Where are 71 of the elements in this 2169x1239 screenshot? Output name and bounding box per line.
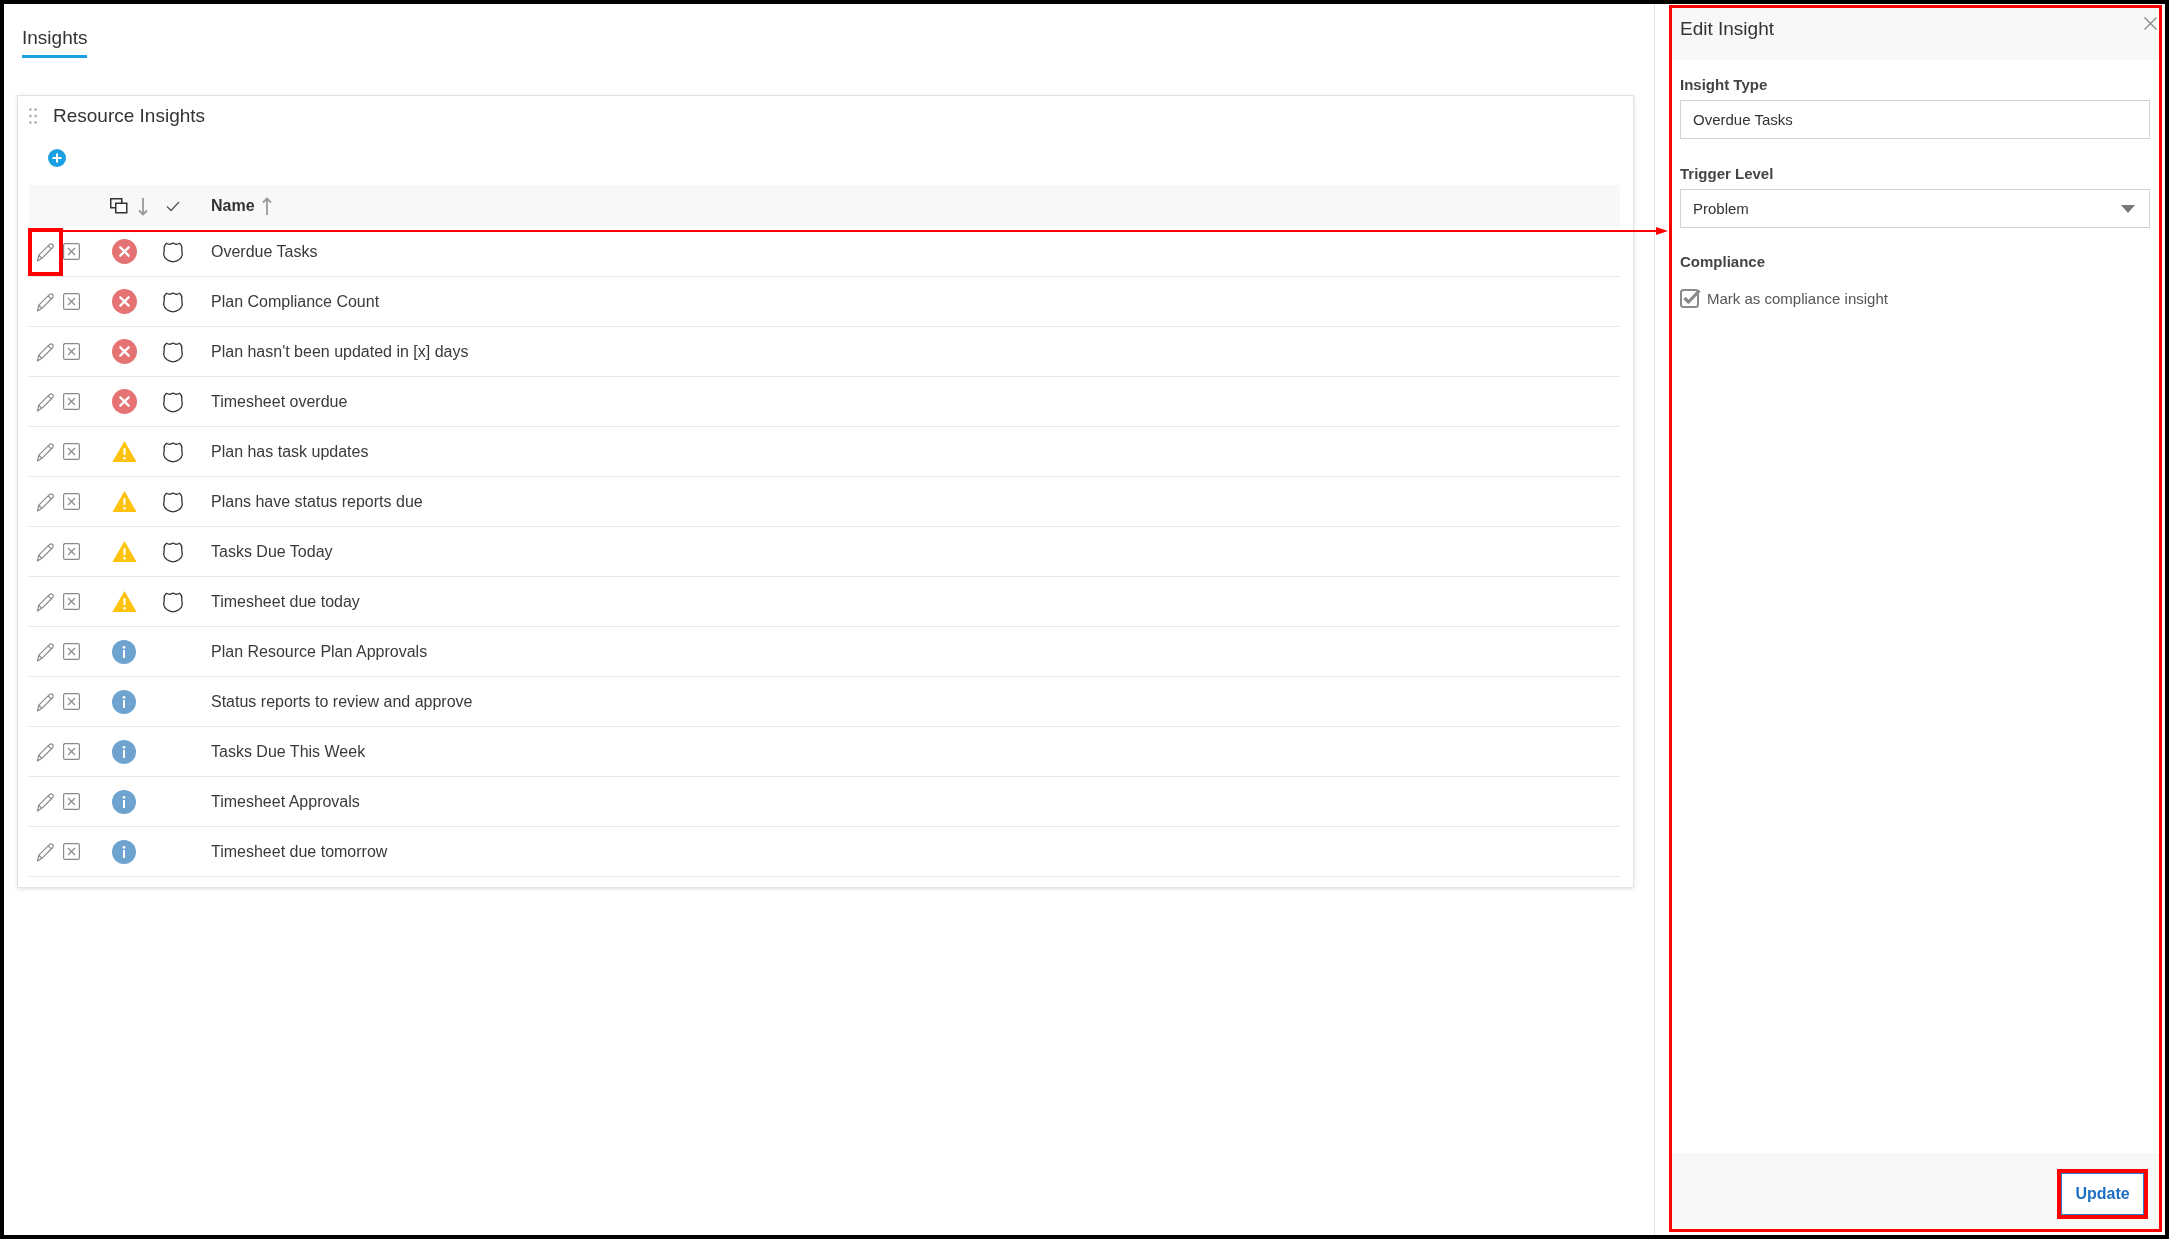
pencil-icon[interactable] [35,340,55,363]
field-label: Insight Type [1680,75,1768,95]
caret-icon [2121,204,2135,213]
insight-name: Timesheet due today [210,592,360,611]
insight-name: Plan Compliance Count [210,292,380,311]
info-icon [112,689,136,714]
info-icon [112,839,136,864]
x-circle-icon [111,389,137,414]
x-square-icon[interactable] [63,543,80,560]
stacked-windows-icon [110,198,128,214]
insight-name: Tasks Due Today [210,542,333,561]
insight-name: Timesheet Approvals [210,792,360,811]
column-header[interactable]: Name [211,197,255,215]
x-square-icon[interactable] [63,743,80,760]
pencil-icon[interactable] [35,440,55,463]
warning-icon [111,440,137,463]
drag-handle-icon[interactable] [29,108,37,124]
down-arrow-icon[interactable] [138,196,148,216]
pencil-icon[interactable] [35,640,55,663]
x-square-icon[interactable] [63,443,80,460]
x-square-icon[interactable] [63,393,80,410]
info-icon [112,639,136,664]
x-square-icon[interactable] [63,643,80,660]
insight-name: Tasks Due This Week [210,742,366,761]
card-title: Resource Insights [53,104,206,128]
info-icon [112,739,136,764]
close-icon[interactable] [2144,17,2157,30]
x-circle-icon [111,289,137,314]
pencil-icon[interactable] [35,840,55,863]
checkbox-label: Mark as compliance insight [1707,289,1888,307]
info-icon [112,789,136,814]
pencil-icon[interactable] [35,790,55,813]
field-label: Trigger Level [1680,164,1774,184]
insight-name: Status reports to review and approve [210,692,473,711]
x-square-icon[interactable] [63,343,80,360]
pencil-icon[interactable] [35,290,55,313]
pencil-icon[interactable] [35,390,55,413]
x-square-icon[interactable] [63,693,80,710]
select-field[interactable]: Problem [1680,189,2150,228]
insight-name: Timesheet overdue [210,392,348,411]
pencil-icon[interactable] [35,740,55,763]
pencil-icon[interactable] [35,590,55,613]
pencil-icon[interactable] [35,240,55,263]
warning-icon [111,590,137,613]
x-square-icon[interactable] [63,293,80,310]
insight-name: Plans have status reports due [210,492,423,511]
check-icon [166,200,180,212]
up-arrow-icon[interactable] [261,196,272,216]
insight-name: Overdue Tasks [210,242,318,261]
pencil-icon[interactable] [35,690,55,713]
x-square-icon[interactable] [63,593,80,610]
x-square-icon[interactable] [63,793,80,810]
warning-icon [111,490,137,513]
text-field[interactable]: Overdue Tasks [1680,100,2150,139]
add-icon[interactable] [48,149,66,167]
field-label: Compliance [1680,252,1766,272]
panel-title: Edit Insight [1680,17,1774,41]
tab[interactable]: Insights [22,24,88,58]
x-circle-icon [111,339,137,364]
x-square-icon[interactable] [63,243,80,260]
insight-name: Plan hasn't been updated in [x] days [210,342,469,361]
pencil-icon[interactable] [35,540,55,563]
x-square-icon[interactable] [63,843,80,860]
x-square-icon[interactable] [63,493,80,510]
warning-icon [111,540,137,563]
x-circle-icon [111,239,137,264]
insight-name: Plan Resource Plan Approvals [210,642,428,661]
insight-name: Plan has task updates [210,442,369,461]
pencil-icon[interactable] [35,490,55,513]
checkbox[interactable] [1680,288,1701,308]
insight-name: Timesheet due tomorrow [210,842,388,861]
